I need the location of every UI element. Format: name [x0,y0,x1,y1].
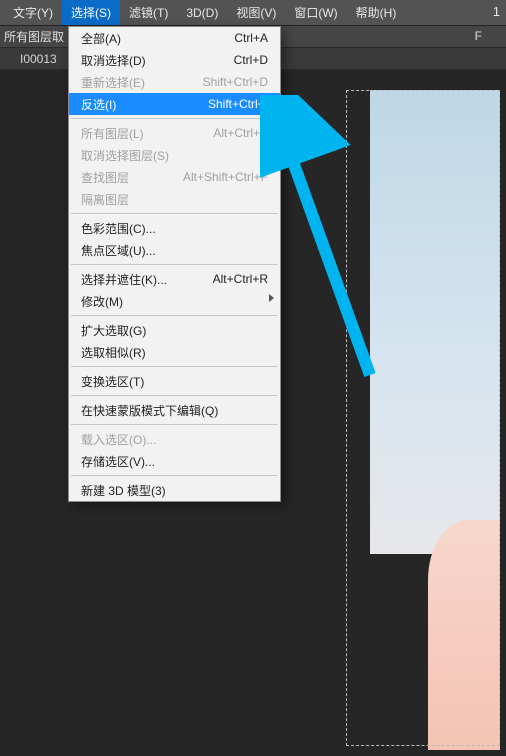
menu-separator [71,213,278,214]
menu-help[interactable]: 帮助(H) [347,0,406,25]
menu-item: 取消选择图层(S) [69,144,280,166]
menu-separator [71,475,278,476]
menu-separator [71,118,278,119]
menu-item[interactable]: 扩大选取(G) [69,319,280,341]
menu-item[interactable]: 取消选择(D)Ctrl+D [69,49,280,71]
menu-item[interactable]: 反选(I)Shift+Ctrl+I [69,93,280,115]
menu-item[interactable]: 存储选区(V)... [69,450,280,472]
chevron-right-icon [269,294,274,302]
menu-item-label: 重新选择(E) [81,74,203,91]
menubar-right-text: 1 [493,4,500,19]
selection-marquee [346,90,500,746]
menu-item: 载入选区(O)... [69,428,280,450]
menu-item-shortcut: Alt+Shift+Ctrl+F [183,170,268,184]
menu-item-shortcut: Shift+Ctrl+D [203,75,268,89]
menu-filter[interactable]: 滤镜(T) [120,0,177,25]
menu-view[interactable]: 视图(V) [227,0,285,25]
menu-item-label: 选择并遮住(K)... [81,271,213,288]
menu-item[interactable]: 焦点区域(U)... [69,239,280,261]
menu-item[interactable]: 变换选区(T) [69,370,280,392]
menu-item[interactable]: 全部(A)Ctrl+A [69,27,280,49]
menu-item-label: 修改(M) [81,293,268,310]
menu-item[interactable]: 在快速蒙版模式下编辑(Q) [69,399,280,421]
menu-item-label: 隔离图层 [81,191,268,208]
menu-item: 查找图层Alt+Shift+Ctrl+F [69,166,280,188]
menu-item-label: 存储选区(V)... [81,453,268,470]
menu-separator [71,424,278,425]
menu-item[interactable]: 色彩范围(C)... [69,217,280,239]
select-menu-dropdown: 全部(A)Ctrl+A取消选择(D)Ctrl+D重新选择(E)Shift+Ctr… [68,26,281,502]
menu-item: 隔离图层 [69,188,280,210]
menu-window[interactable]: 窗口(W) [285,0,346,25]
menu-item-label: 色彩范围(C)... [81,220,268,237]
menu-item-label: 所有图层(L) [81,125,213,142]
menu-item-shortcut: Ctrl+D [234,53,268,67]
menu-separator [71,366,278,367]
menu-item-shortcut: Ctrl+A [234,31,268,45]
document-tab[interactable]: I00013 [12,49,65,69]
menu-item-label: 扩大选取(G) [81,322,268,339]
menu-item-label: 新建 3D 模型(3) [81,482,268,499]
menu-item-shortcut: Alt+Ctrl+R [213,272,268,286]
menu-separator [71,315,278,316]
menu-item-label: 反选(I) [81,96,208,113]
menu-item-label: 焦点区域(U)... [81,242,268,259]
options-right: F [475,29,482,43]
menu-item-label: 取消选择(D) [81,52,234,69]
menu-item[interactable]: 选取相似(R) [69,341,280,363]
menu-text[interactable]: 文字(Y) [4,0,62,25]
menubar: 文字(Y) 选择(S) 滤镜(T) 3D(D) 视图(V) 窗口(W) 帮助(H… [0,0,506,26]
menu-item[interactable]: 修改(M) [69,290,280,312]
menu-item[interactable]: 选择并遮住(K)...Alt+Ctrl+R [69,268,280,290]
menu-separator [71,264,278,265]
menu-item: 重新选择(E)Shift+Ctrl+D [69,71,280,93]
menu-3d[interactable]: 3D(D) [177,2,227,24]
menu-item: 所有图层(L)Alt+Ctrl+A [69,122,280,144]
menu-item-label: 取消选择图层(S) [81,147,268,164]
menu-item-shortcut: Shift+Ctrl+I [208,97,268,111]
menu-separator [71,395,278,396]
menu-item-label: 全部(A) [81,30,234,47]
menu-item-label: 查找图层 [81,169,183,186]
menu-item-shortcut: Alt+Ctrl+A [213,126,268,140]
menu-item[interactable]: 新建 3D 模型(3) [69,479,280,501]
menu-item-label: 变换选区(T) [81,373,268,390]
menu-item-label: 在快速蒙版模式下编辑(Q) [81,402,268,419]
menu-item-label: 载入选区(O)... [81,431,268,448]
menu-item-label: 选取相似(R) [81,344,268,361]
menu-select[interactable]: 选择(S) [62,0,120,25]
options-label: 所有图层取 [0,28,64,45]
